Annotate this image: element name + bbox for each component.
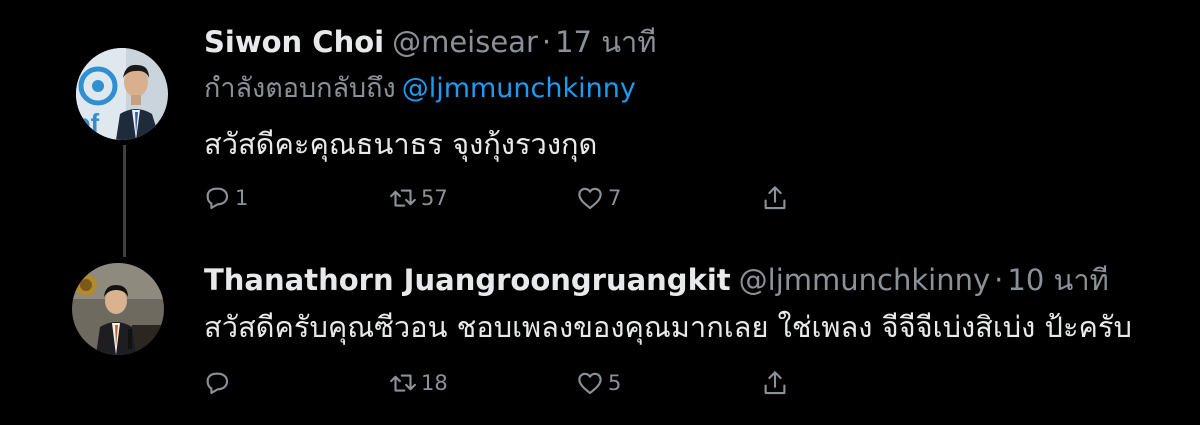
retweet-count: 57 <box>421 186 448 210</box>
retweet-count: 18 <box>421 371 448 395</box>
share-icon <box>764 371 786 395</box>
replying-to: กำลังตอบกลับถึง @ljmmunchkinny <box>204 72 636 106</box>
avatar[interactable]: ef <box>76 48 168 140</box>
share-button[interactable] <box>760 365 790 401</box>
timestamp[interactable]: 10 นาที <box>1007 263 1108 297</box>
reply-button[interactable] <box>202 365 235 401</box>
like-button[interactable]: 5 <box>575 365 621 401</box>
avatar-photo: ef <box>76 48 168 140</box>
display-name[interactable]: Thanathorn Juangroongruangkit <box>204 263 731 297</box>
retweet-button[interactable]: 18 <box>388 365 448 401</box>
separator-dot: · <box>541 25 552 59</box>
tweet-text: สวัสดีคะคุณธนาธร จุงกุ้งรวงกุด <box>204 127 598 161</box>
heart-icon <box>578 372 602 395</box>
timestamp[interactable]: 17 นาที <box>555 25 656 59</box>
share-button[interactable] <box>760 180 790 216</box>
separator-dot: · <box>994 263 1004 297</box>
like-button[interactable]: 7 <box>575 180 621 216</box>
retweet-icon <box>390 189 416 207</box>
user-handle[interactable]: @ljmmunchkinny <box>739 263 990 297</box>
retweet-button[interactable]: 57 <box>388 180 448 216</box>
reply-icon <box>206 187 229 210</box>
tweet[interactable]: ef Siwon Choi @meisear · 17 นาที กำลังตอบกล… <box>0 0 1200 245</box>
heart-icon <box>578 187 602 210</box>
mention-link[interactable]: @ljmmunchkinny <box>402 73 636 104</box>
tweet[interactable]: Thanathorn Juangroongruangkit @ljmmunchki… <box>0 245 1200 425</box>
reply-icon <box>206 372 229 395</box>
reply-button[interactable]: 1 <box>202 180 248 216</box>
tweet-header: Siwon Choi @meisear · 17 นาที <box>204 24 656 60</box>
retweet-icon <box>390 374 416 392</box>
tweet-text: สวัสดีครับคุณซีวอน ชอบเพลงของคุณมากเลย ใ… <box>204 310 1132 344</box>
like-count: 7 <box>608 186 622 210</box>
avatar[interactable] <box>72 263 164 355</box>
display-name[interactable]: Siwon Choi <box>204 25 384 59</box>
tweet-header: Thanathorn Juangroongruangkit @ljmmunchki… <box>204 262 1109 298</box>
svg-text:ef: ef <box>76 108 99 138</box>
like-count: 5 <box>608 371 622 395</box>
replying-to-label: กำลังตอบกลับถึง <box>204 73 396 104</box>
share-icon <box>764 186 786 210</box>
tweet-actions: 18 5 <box>200 365 800 401</box>
reply-thread: ef Siwon Choi @meisear · 17 นาที กำลังตอบกล… <box>0 0 1200 425</box>
tweet-actions: 1 57 7 <box>200 180 800 216</box>
avatar-photo <box>72 263 164 355</box>
reply-count: 1 <box>235 186 249 210</box>
user-handle[interactable]: @meisear <box>392 25 538 59</box>
